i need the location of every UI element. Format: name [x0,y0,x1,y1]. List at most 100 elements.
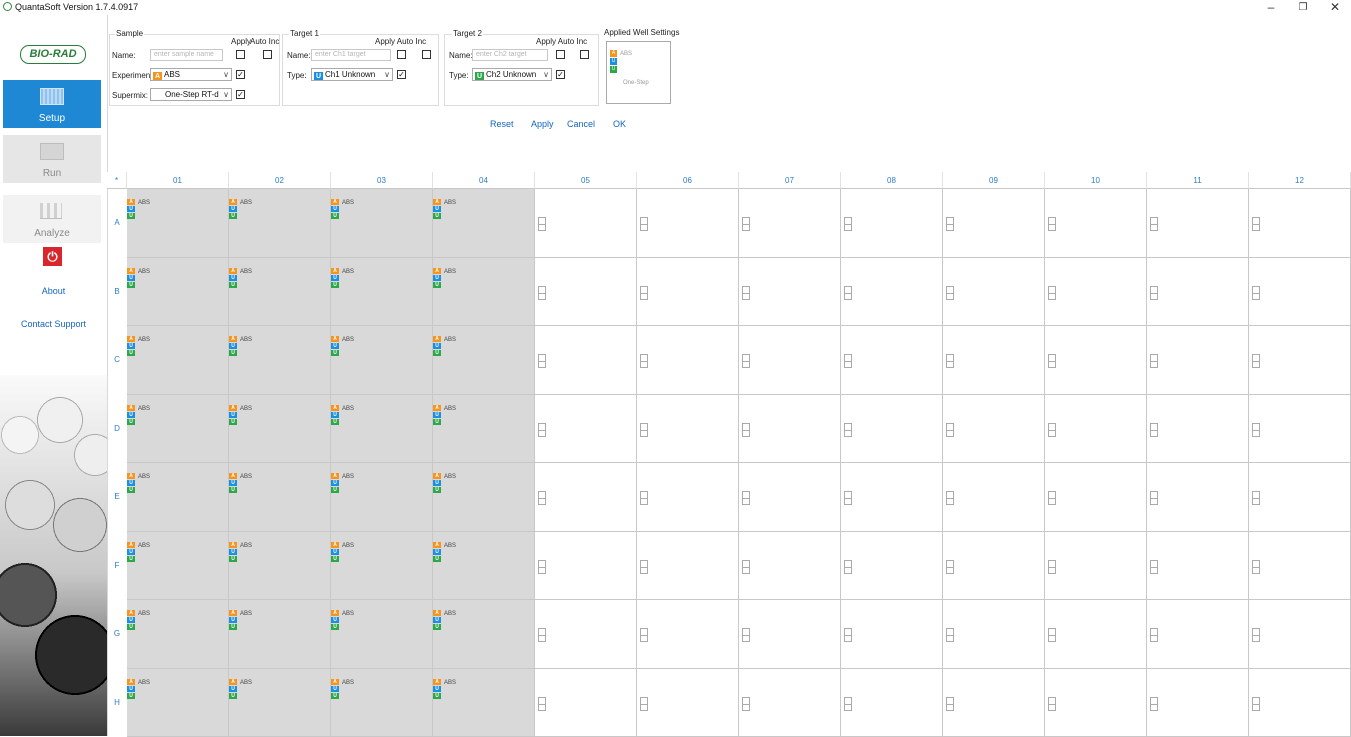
well-cell[interactable]: AUUABS [331,189,433,258]
well-cell[interactable]: AUUABS [127,463,229,532]
well-cell[interactable] [841,326,943,395]
well-cell[interactable] [739,326,841,395]
well-cell[interactable] [637,189,739,258]
plate-corner-header[interactable]: * [107,172,127,189]
column-header[interactable]: 12 [1249,172,1351,189]
well-cell[interactable]: AUUABS [433,532,535,601]
well-cell[interactable] [1249,258,1351,327]
well-cell[interactable]: AUUABS [331,258,433,327]
column-header[interactable]: 07 [739,172,841,189]
well-cell[interactable] [535,189,637,258]
well-cell[interactable] [1045,600,1147,669]
well-cell[interactable] [1045,258,1147,327]
row-header[interactable]: H [107,698,127,707]
well-cell[interactable]: AUUABS [433,463,535,532]
target2-autoinc-checkbox[interactable] [580,50,589,59]
row-header[interactable]: F [107,561,127,570]
row-header[interactable]: E [107,492,127,501]
well-cell[interactable] [841,189,943,258]
well-cell[interactable] [637,669,739,737]
close-button[interactable]: ✕ [1320,0,1350,15]
well-cell[interactable] [1045,326,1147,395]
well-cell[interactable] [1045,532,1147,601]
well-cell[interactable]: AUUABS [127,669,229,737]
well-cell[interactable]: AUUABS [127,189,229,258]
contact-support-link[interactable]: Contact Support [0,319,107,329]
well-cell[interactable]: AUUABS [331,600,433,669]
well-cell[interactable] [943,189,1045,258]
ok-button[interactable]: OK [613,119,626,129]
well-cell[interactable]: AUUABS [127,326,229,395]
well-cell[interactable]: AUUABS [127,532,229,601]
well-cell[interactable] [1147,395,1249,464]
well-cell[interactable] [739,463,841,532]
cancel-button[interactable]: Cancel [567,119,595,129]
well-cell[interactable]: AUUABS [229,669,331,737]
well-cell[interactable] [1147,463,1249,532]
well-cell[interactable] [1045,395,1147,464]
well-cell[interactable]: AUUABS [433,258,535,327]
target1-type-select[interactable]: UCh1 Unknown∨ [311,68,393,81]
well-cell[interactable] [841,463,943,532]
column-header[interactable]: 08 [841,172,943,189]
well-cell[interactable] [1045,463,1147,532]
well-cell[interactable] [1147,258,1249,327]
well-cell[interactable] [943,258,1045,327]
well-cell[interactable] [1249,189,1351,258]
well-cell[interactable]: AUUABS [433,395,535,464]
well-cell[interactable] [739,189,841,258]
well-cell[interactable] [637,532,739,601]
column-header[interactable]: 04 [433,172,535,189]
well-cell[interactable]: AUUABS [433,189,535,258]
well-cell[interactable]: AUUABS [433,600,535,669]
well-cell[interactable] [535,669,637,737]
well-cell[interactable]: AUUABS [229,189,331,258]
well-cell[interactable] [841,395,943,464]
target1-type-apply-checkbox[interactable]: ✓ [397,70,406,79]
target1-name-input[interactable]: enter Ch1 target [311,49,391,61]
well-cell[interactable] [943,326,1045,395]
well-cell[interactable] [1147,600,1249,669]
well-cell[interactable] [943,669,1045,737]
column-header[interactable]: 01 [127,172,229,189]
column-header[interactable]: 05 [535,172,637,189]
row-header[interactable]: G [107,629,127,638]
well-cell[interactable] [739,532,841,601]
supermix-apply-checkbox[interactable]: ✓ [236,90,245,99]
sample-name-input[interactable]: enter sample name [150,49,223,61]
power-icon[interactable]: ⏻ [43,247,62,266]
column-header[interactable]: 10 [1045,172,1147,189]
well-cell[interactable] [1249,395,1351,464]
target1-apply-checkbox[interactable] [397,50,406,59]
well-cell[interactable]: AUUABS [127,258,229,327]
well-cell[interactable] [841,600,943,669]
well-cell[interactable]: AUUABS [229,600,331,669]
well-cell[interactable] [841,532,943,601]
well-cell[interactable]: AUUABS [127,395,229,464]
column-header[interactable]: 02 [229,172,331,189]
reset-button[interactable]: Reset [490,119,514,129]
well-cell[interactable]: AUUABS [331,532,433,601]
well-cell[interactable]: AUUABS [229,395,331,464]
row-header[interactable]: A [107,218,127,227]
well-cell[interactable] [739,258,841,327]
well-cell[interactable] [841,258,943,327]
nav-setup[interactable]: Setup [3,80,101,128]
well-cell[interactable] [1249,600,1351,669]
well-cell[interactable] [1045,189,1147,258]
minimize-button[interactable]: – [1256,0,1286,15]
well-cell[interactable] [535,532,637,601]
well-cell[interactable] [637,258,739,327]
sample-name-autoinc-checkbox[interactable] [263,50,272,59]
well-cell[interactable]: AUUABS [331,395,433,464]
well-cell[interactable]: AUUABS [331,669,433,737]
well-cell[interactable] [535,463,637,532]
column-header[interactable]: 06 [637,172,739,189]
well-cell[interactable]: AUUABS [229,532,331,601]
well-cell[interactable] [739,600,841,669]
well-cell[interactable]: AUUABS [229,326,331,395]
experiment-select[interactable]: AABS∨ [150,68,232,81]
target2-name-input[interactable]: enter Ch2 target [472,49,548,61]
well-cell[interactable] [535,600,637,669]
column-header[interactable]: 11 [1147,172,1249,189]
